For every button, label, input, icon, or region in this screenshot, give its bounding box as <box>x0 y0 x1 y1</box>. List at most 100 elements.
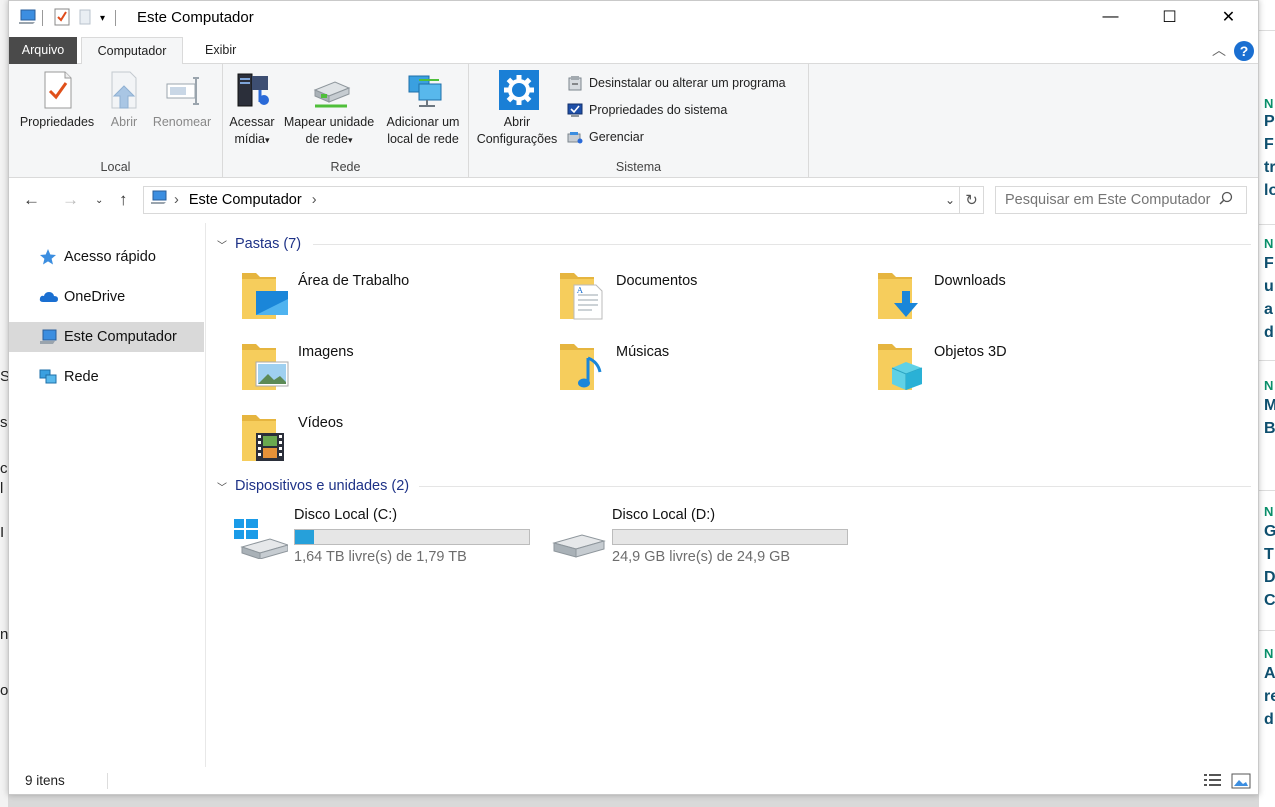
add-network-location-label-1: Adicionar um <box>386 115 460 129</box>
sidebar-item-label: Este Computador <box>64 329 177 345</box>
search-input[interactable] <box>1005 192 1215 208</box>
help-icon[interactable]: ? <box>1234 41 1254 61</box>
desktop-folder-icon <box>240 267 290 323</box>
forward-arrow-icon[interactable]: → <box>62 190 79 210</box>
folder-name: Objetos 3D <box>934 344 1007 360</box>
ribbon: Propriedades Abrir Renomear Local Acessa… <box>9 64 1258 178</box>
folder-name: Vídeos <box>298 415 344 431</box>
folders-section-title: Pastas (7) <box>235 236 302 252</box>
folder-item-downloads[interactable]: Downloads <box>876 265 1176 331</box>
chevron-down-icon: ﹀ <box>217 240 227 252</box>
map-network-drive-button[interactable]: Mapear unidade de rede▾ <box>279 70 379 149</box>
folder-name: Músicas <box>616 344 670 360</box>
folder-item-3d-objects[interactable]: Objetos 3D <box>876 336 1176 402</box>
properties-label: Propriedades <box>19 115 95 129</box>
sidebar-item-label: OneDrive <box>64 289 126 305</box>
uninstall-program-button[interactable]: Desinstalar ou alterar um programa <box>567 72 786 94</box>
large-icons-view-icon[interactable] <box>1231 772 1251 790</box>
access-media-label-2: mídia <box>234 132 266 146</box>
manage-label: Gerenciar <box>589 130 644 144</box>
folders-section-header[interactable]: ﹀ Pastas (7) <box>217 233 301 255</box>
system-properties-icon <box>567 102 583 118</box>
address-dropdown-icon[interactable]: ⌄ <box>945 193 955 207</box>
quick-access-dropdown-icon[interactable]: ▾ <box>100 13 105 24</box>
details-view-icon[interactable] <box>1203 772 1223 790</box>
ribbon-tabs: Arquivo Computador Exibir ︿ ? <box>9 37 1258 65</box>
group-local: Propriedades Abrir Renomear Local <box>9 64 223 178</box>
onedrive-cloud-icon <box>39 288 58 306</box>
open-settings-button[interactable]: Abrir Configurações <box>473 70 561 148</box>
status-separator <box>107 773 108 789</box>
videos-folder-icon <box>240 409 290 465</box>
group-sistema-label: Sistema <box>615 160 662 174</box>
search-box[interactable] <box>995 186 1247 214</box>
folder-item-images[interactable]: Imagens <box>240 336 540 402</box>
refresh-icon[interactable]: ↻ <box>960 186 984 214</box>
drive-item-c[interactable]: Disco Local (C:) 1,64 TB livre(s) de 1,7… <box>234 507 554 573</box>
add-network-location-label-2: local de rede <box>387 132 459 146</box>
properties-button[interactable]: Propriedades <box>17 70 97 131</box>
up-arrow-icon[interactable]: ↑ <box>119 190 128 210</box>
open-button[interactable]: Abrir <box>101 70 147 131</box>
breadcrumb-separator-icon: › <box>174 192 179 208</box>
breadcrumb-chevron-icon[interactable]: › <box>312 192 317 208</box>
search-icon[interactable] <box>1219 191 1233 209</box>
svg-text:A: A <box>576 286 583 295</box>
close-button[interactable]: ✕ <box>1199 1 1258 33</box>
manage-button[interactable]: Gerenciar <box>567 126 644 148</box>
music-folder-icon <box>558 338 608 394</box>
new-folder-icon[interactable] <box>78 8 92 29</box>
drive-name: Disco Local (C:) <box>294 507 398 523</box>
title-bar: ▾ Este Computador — ☐ ✕ <box>9 1 1258 35</box>
collapse-ribbon-icon[interactable]: ︿ <box>1212 40 1226 60</box>
group-sistema: Abrir Configurações Desinstalar ou alter… <box>469 64 809 178</box>
folder-item-desktop[interactable]: Área de Trabalho <box>240 265 540 331</box>
tab-computador[interactable]: Computador <box>81 37 183 65</box>
network-icon <box>39 368 57 386</box>
back-arrow-icon[interactable]: ← <box>23 190 40 210</box>
recent-locations-chevron-icon[interactable]: ⌄ <box>95 195 103 206</box>
rename-button[interactable]: Renomear <box>149 70 215 131</box>
network-drive-icon <box>311 70 351 110</box>
folder-item-documents[interactable]: A Documentos <box>558 265 858 331</box>
network-location-icon <box>405 70 442 110</box>
item-count: 9 itens <box>25 773 65 788</box>
maximize-button[interactable]: ☐ <box>1140 1 1199 33</box>
folder-name: Área de Trabalho <box>298 273 410 289</box>
drive-usage-bar <box>612 529 848 545</box>
computer-icon <box>39 328 57 346</box>
sidebar-item-acesso-rapido[interactable]: Acesso rápido <box>9 242 204 272</box>
computer-icon[interactable] <box>17 8 37 29</box>
drive-name: Disco Local (D:) <box>612 507 716 523</box>
open-settings-label-2: Configurações <box>476 132 558 146</box>
computer-icon <box>150 190 168 210</box>
window-title: Este Computador <box>137 9 254 26</box>
documents-folder-icon: A <box>558 267 608 323</box>
add-network-location-button[interactable]: Adicionar um local de rede <box>381 70 465 148</box>
sidebar-item-label: Rede <box>64 369 99 385</box>
sidebar-item-rede[interactable]: Rede <box>9 362 204 392</box>
sidebar-item-onedrive[interactable]: OneDrive <box>9 282 204 312</box>
tab-exibir[interactable]: Exibir <box>193 37 248 64</box>
settings-gear-icon <box>499 70 539 110</box>
windows-drive-icon <box>234 519 290 560</box>
navigation-pane: Acesso rápido OneDrive Este Computador R… <box>9 223 206 767</box>
breadcrumb-location[interactable]: Este Computador <box>189 192 302 208</box>
system-properties-button[interactable]: Propriedades do sistema <box>567 99 727 121</box>
tab-arquivo[interactable]: Arquivo <box>9 37 77 64</box>
quick-access-toolbar: ▾ <box>17 8 121 28</box>
access-media-label-1: Acessar <box>229 115 275 129</box>
drive-usage-bar <box>294 529 530 545</box>
media-icon <box>234 70 270 110</box>
drive-usage-fill <box>295 530 314 544</box>
minimize-button[interactable]: — <box>1081 1 1140 33</box>
access-media-button[interactable]: Acessar mídia▾ <box>227 70 277 149</box>
group-rede: Acessar mídia▾ Mapear unidade de rede▾ A… <box>223 64 469 178</box>
properties-check-icon[interactable] <box>54 8 70 29</box>
sidebar-item-este-computador[interactable]: Este Computador <box>9 322 204 352</box>
drive-item-d[interactable]: Disco Local (D:) 24,9 GB livre(s) de 24,… <box>552 507 872 573</box>
folder-item-music[interactable]: Músicas <box>558 336 858 402</box>
devices-section-header[interactable]: ﹀ Dispositivos e unidades (2) <box>217 475 409 497</box>
address-bar[interactable]: › Este Computador › ⌄ <box>143 186 960 214</box>
folder-item-videos[interactable]: Vídeos <box>240 407 540 473</box>
